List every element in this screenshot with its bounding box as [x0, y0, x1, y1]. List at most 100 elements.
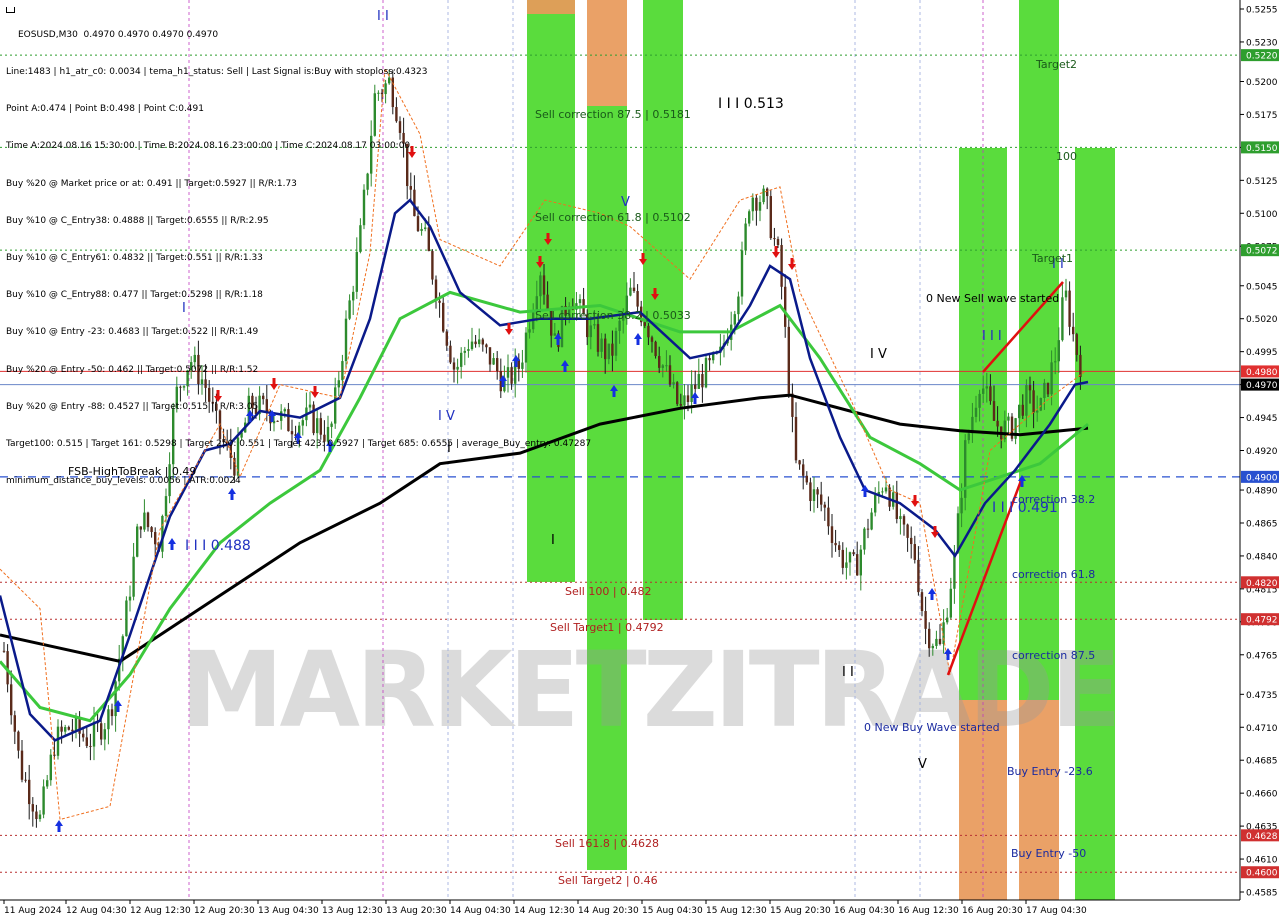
candle-body [920, 592, 924, 612]
price-tick-label: 0.5175 [1246, 111, 1278, 121]
chart-annotation: correction 87.5 [1012, 649, 1095, 662]
candle-body [150, 527, 153, 533]
candle-body [686, 395, 690, 402]
candle-body [1054, 361, 1057, 363]
candle-body [1032, 390, 1035, 413]
price-tick-label: 0.4890 [1246, 487, 1278, 497]
info-line: Line:1483 | h1_atr_c0: 0.0034 | tema_h1_… [6, 67, 428, 78]
price-tick-label: 0.4585 [1246, 889, 1278, 899]
candle-body [787, 326, 790, 394]
price-tick-label: 0.5020 [1246, 315, 1278, 325]
price-tag-label: 0.4820 [1246, 579, 1278, 589]
candle-body [690, 384, 693, 402]
price-tick-label: 0.4945 [1246, 414, 1278, 424]
candle-body [776, 239, 780, 246]
info-line: Buy %20 @ Entry -50: 0.462 || Target:0.5… [6, 364, 259, 375]
candle-body [1018, 404, 1021, 419]
time-tick-label: 14 Aug 12:30 [514, 906, 575, 916]
candle-body [766, 188, 769, 197]
time-tick-label: 12 Aug 20:30 [194, 906, 255, 916]
time-tick-label: 14 Aug 04:30 [450, 906, 511, 916]
candle-body [856, 554, 859, 576]
price-tick-label: 0.5125 [1246, 177, 1278, 187]
candle-body [830, 526, 834, 543]
info-line: Target100: 0.515 | Target 161: 0.5298 | … [6, 439, 592, 450]
chart-annotation: I I I 0.513 [718, 96, 784, 112]
price-tick-label: 0.4735 [1246, 691, 1278, 701]
signal-zone [1075, 148, 1115, 900]
candle-body [996, 420, 999, 427]
chart-annotation: Sell 100 | 0.482 [565, 585, 652, 598]
candle-body [42, 786, 45, 815]
candle-body [53, 754, 56, 756]
chart-annotation: I V [870, 347, 887, 362]
candle-body [665, 365, 668, 367]
candle-body [946, 617, 949, 623]
chart-annotation: Target2 [1035, 58, 1077, 71]
candle-body [13, 715, 16, 732]
candle-body [654, 341, 657, 357]
candle-body [812, 489, 816, 501]
price-tick-label: 0.5230 [1246, 38, 1278, 48]
candle-body [20, 750, 24, 780]
chart-annotation: correction 61.8 [1012, 568, 1095, 581]
candle-body [683, 395, 686, 406]
candle-body [1046, 382, 1050, 395]
candle-body [647, 325, 650, 338]
candle-body [697, 374, 700, 389]
candle-body [600, 338, 603, 352]
candle-body [859, 549, 862, 576]
chart-annotation: 0 New Sell wave started [926, 292, 1059, 305]
price-tag-label: 0.5150 [1246, 144, 1278, 154]
price-tick-label: 0.4685 [1246, 757, 1278, 767]
candle-body [49, 754, 52, 781]
signal-zone [1019, 0, 1059, 700]
candle-body [100, 723, 103, 740]
candle-body [154, 532, 157, 545]
candle-body [1050, 362, 1053, 395]
candle-body [1036, 410, 1039, 413]
candle-body [10, 684, 13, 716]
candle-body [1072, 326, 1075, 335]
candle-body [740, 250, 744, 297]
candle-body [636, 291, 639, 307]
price-tick-label: 0.4710 [1246, 724, 1278, 734]
candle-body [910, 537, 913, 545]
candle-body [989, 386, 992, 402]
time-tick-label: 11 Aug 2024 [4, 906, 62, 916]
candle-body [949, 588, 952, 618]
candle-body [89, 745, 92, 747]
candle-body [1021, 404, 1024, 416]
candle-body [798, 460, 801, 465]
price-tick-label: 0.4660 [1246, 790, 1278, 800]
candle-body [924, 611, 927, 629]
time-tick-label: 15 Aug 12:30 [706, 906, 767, 916]
chart-title: EOSUSD,M30 0.4970 0.4970 0.4970 0.4970 [6, 29, 591, 41]
chart-annotation: V [918, 757, 927, 772]
price-tick-label: 0.5255 [1246, 6, 1278, 16]
candle-body [679, 404, 682, 406]
candle-body [28, 779, 31, 805]
info-panel: EOSUSD,M30 0.4970 0.4970 0.4970 0.4970 L… [6, 4, 591, 512]
candle-body [614, 330, 618, 356]
candle-body [136, 526, 139, 557]
candle-body [744, 223, 747, 251]
candle-body [38, 814, 42, 820]
time-tick-label: 13 Aug 04:30 [258, 906, 319, 916]
candle-body [24, 779, 27, 781]
candle-body [834, 542, 837, 546]
time-axis[interactable] [0, 900, 1280, 920]
chart-annotation: Sell Target2 | 0.46 [558, 874, 658, 887]
candle-body [733, 314, 736, 325]
candle-body [751, 197, 754, 212]
candle-body [1075, 334, 1078, 355]
candle-body [820, 494, 823, 505]
price-tag-label: 0.5220 [1246, 52, 1278, 62]
price-chart[interactable]: MARKETZITRADE Sell correction 87.5 | 0.51… [0, 0, 1280, 920]
candle-body [809, 482, 812, 501]
candle-body [629, 287, 632, 296]
candle-body [895, 492, 898, 520]
candle-body [60, 726, 63, 732]
chart-annotation: V [621, 195, 630, 210]
candle-body [82, 733, 85, 738]
